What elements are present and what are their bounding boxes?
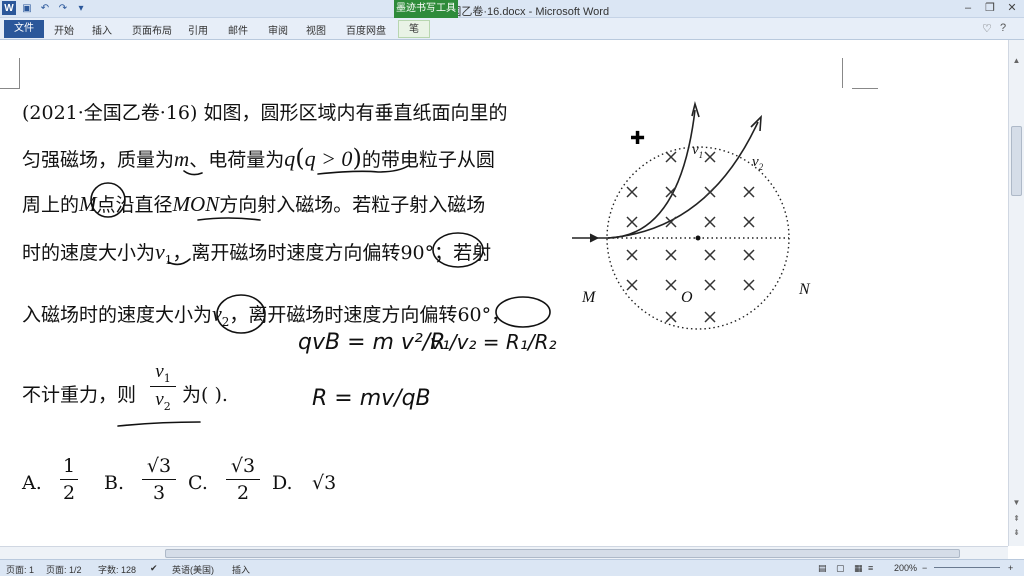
- status-bar: 页面: 1 页面: 1/2 字数: 128 ✔ 英语(美国) 插入 ▤ ▢ ▦ …: [0, 559, 1024, 576]
- minimize-icon[interactable]: –: [958, 1, 978, 16]
- trajectory-v1: [607, 109, 696, 239]
- horizontal-scroll-thumb[interactable]: [165, 549, 960, 558]
- help-icon[interactable]: ?: [1000, 22, 1006, 34]
- zoom-in-icon[interactable]: +: [1008, 563, 1013, 573]
- tab-insert[interactable]: 插入: [92, 22, 112, 37]
- zoom-level[interactable]: 200%: [894, 563, 917, 573]
- tab-baidu-netdisk[interactable]: 百度网盘: [346, 22, 386, 37]
- ink-underline-ratio: [117, 421, 201, 427]
- magnetic-field-figure: v1 v2 M O N: [572, 101, 811, 330]
- ink-annotations: [90, 165, 551, 427]
- ink-circle-90: [432, 232, 484, 268]
- scroll-down-icon[interactable]: ▼: [1009, 498, 1024, 512]
- status-page[interactable]: 页面: 1: [6, 563, 34, 576]
- status-language[interactable]: 英语(美国): [172, 563, 214, 576]
- scroll-up-icon[interactable]: ▲: [1009, 56, 1024, 70]
- ink-circle-M: [90, 182, 126, 218]
- zoom-out-icon[interactable]: −: [922, 563, 927, 573]
- ink-circle-v2: [216, 294, 266, 334]
- status-pages[interactable]: 页面: 1/2: [46, 563, 82, 576]
- tab-review[interactable]: 审阅: [268, 22, 288, 37]
- minimize-ribbon-icon[interactable]: ♡: [982, 22, 992, 35]
- tab-page-layout[interactable]: 页面布局: [132, 22, 172, 37]
- view-full-screen-icon[interactable]: ▢: [836, 563, 845, 574]
- vertical-scrollbar[interactable]: ▲ ▼ ⇞ ⇟: [1008, 40, 1024, 546]
- status-insert-mode[interactable]: 插入: [232, 563, 250, 576]
- vertical-scroll-thumb[interactable]: [1011, 126, 1022, 196]
- ink-underline-MON: [197, 217, 261, 221]
- tab-home[interactable]: 开始: [54, 22, 74, 37]
- tab-mailings[interactable]: 邮件: [228, 22, 248, 37]
- ink-underline-q: [317, 165, 409, 175]
- ribbon-tabs: 文件 开始 插入 页面布局 引用 邮件 审阅 视图 百度网盘 笔 ♡ ?: [0, 18, 1024, 40]
- view-draft-icon[interactable]: ≡: [868, 563, 873, 573]
- tab-view[interactable]: 视图: [306, 22, 326, 37]
- view-web-layout-icon[interactable]: ▦: [854, 563, 863, 574]
- prev-page-icon[interactable]: ⇞: [1009, 514, 1024, 528]
- tab-references[interactable]: 引用: [188, 22, 208, 37]
- horizontal-scrollbar[interactable]: [0, 546, 1008, 559]
- ink-underline-m: [183, 170, 203, 176]
- title-bar: W ▣ ↶ ↷ ▾ 2021全国乙卷·16.docx - Microsoft W…: [0, 0, 1024, 18]
- incoming-arrowhead: [589, 233, 600, 243]
- next-page-icon[interactable]: ⇟: [1009, 528, 1024, 542]
- label-M: M: [581, 289, 597, 306]
- handwritten-eq-1: qvB = m v²/R: [298, 330, 446, 355]
- center-point: [695, 235, 701, 241]
- tab-file[interactable]: 文件: [4, 20, 44, 38]
- status-words[interactable]: 字数: 128: [98, 563, 136, 576]
- label-v1: v1: [692, 142, 703, 160]
- label-v2: v2: [752, 154, 764, 172]
- view-print-layout-icon[interactable]: ▤: [818, 563, 827, 574]
- handwritten-eq-3: R = mv/qB: [312, 386, 431, 411]
- close-icon[interactable]: ✕: [1002, 1, 1022, 16]
- move-cursor-icon: ✚: [630, 128, 646, 148]
- arrowhead-v2: [750, 114, 762, 132]
- proofing-icon[interactable]: ✔: [150, 563, 158, 574]
- handwritten-eq-2: v₁/v₂ = R₁/R₂: [430, 330, 557, 354]
- label-O: O: [681, 289, 693, 306]
- label-N: N: [798, 281, 811, 298]
- zoom-slider[interactable]: [934, 567, 1000, 568]
- document-page[interactable]: (2021·全国乙卷·16) 如图，圆形区域内有垂直纸面向里的 匀强磁场，质量为…: [0, 40, 1008, 546]
- restore-icon[interactable]: ❐: [980, 1, 1000, 16]
- ink-underline-v1: [167, 258, 191, 266]
- ink-tools-context-tab: 墨迹书写工具: [394, 0, 458, 18]
- window-title: 2021全国乙卷·16.docx - Microsoft Word: [414, 6, 610, 18]
- ink-circle-60: [495, 296, 551, 328]
- tab-pen[interactable]: 笔: [398, 20, 430, 38]
- window-controls: – ❐ ✕: [958, 1, 1022, 16]
